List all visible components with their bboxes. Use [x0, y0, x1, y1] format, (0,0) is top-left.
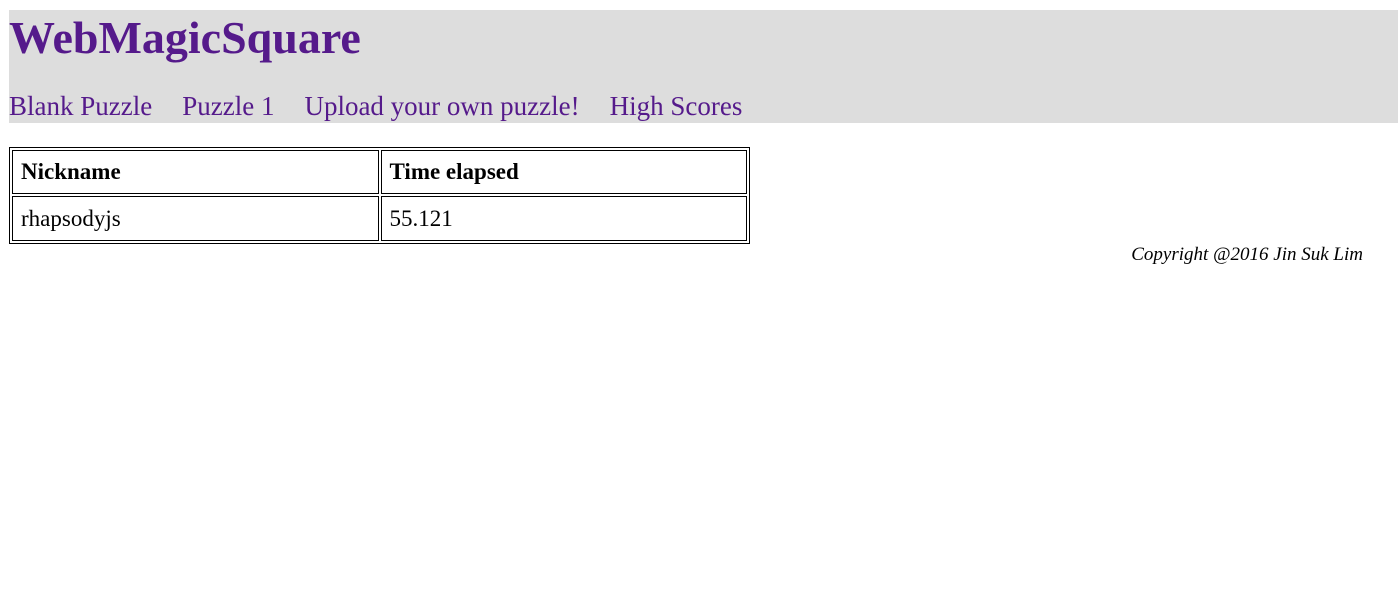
nav-blank-puzzle-link[interactable]: Blank Puzzle	[9, 89, 152, 123]
nav-puzzle-1-link[interactable]: Puzzle 1	[182, 89, 274, 123]
nav-high-scores-link[interactable]: High Scores	[610, 89, 743, 123]
nickname-cell: rhapsodyjs	[12, 196, 379, 241]
high-scores-table: Nickname Time elapsed rhapsodyjs 55.121	[9, 147, 750, 244]
copyright-notice: Copyright @2016 Jin Suk Lim	[1131, 244, 1363, 265]
main-nav: Blank Puzzle Puzzle 1 Upload your own pu…	[9, 89, 772, 123]
table-row: rhapsodyjs 55.121	[12, 196, 747, 241]
table-header-row: Nickname Time elapsed	[12, 150, 747, 194]
time-elapsed-column-header: Time elapsed	[380, 150, 747, 194]
nav-upload-puzzle-link[interactable]: Upload your own puzzle!	[304, 89, 579, 123]
site-title-link[interactable]: WebMagicSquare	[9, 12, 361, 64]
time-elapsed-cell: 55.121	[380, 196, 747, 241]
site-header: WebMagicSquare Blank Puzzle Puzzle 1 Upl…	[9, 10, 1398, 123]
nickname-column-header: Nickname	[12, 150, 379, 194]
